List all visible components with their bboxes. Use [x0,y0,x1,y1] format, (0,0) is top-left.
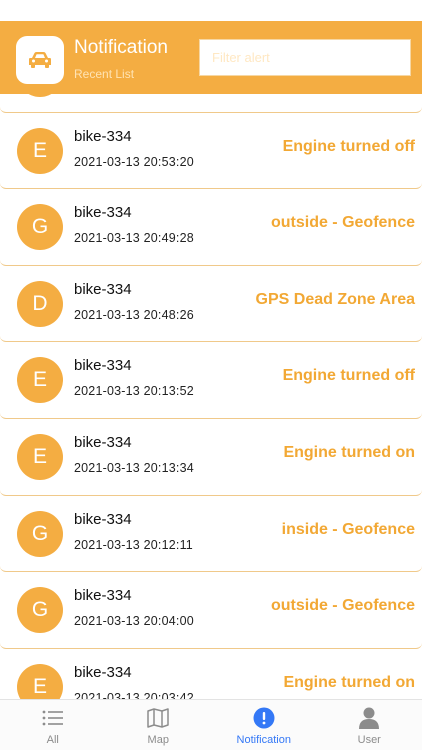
device-name: bike-334 [74,280,132,298]
event-type-avatar: G [17,510,63,557]
tab-bar: All Map Notification User [0,699,422,750]
event-timestamp: 2021-03-13 20:13:34 [74,460,194,475]
device-name: bike-334 [74,357,132,375]
list-icon [42,707,64,729]
tab-all[interactable]: All [0,700,106,750]
event-description: Engine turned off [282,367,415,385]
notification-row[interactable]: Ebike-3342021-03-13 20:56:09Engine turne… [0,94,422,113]
event-timestamp: 2021-03-13 20:49:28 [74,231,194,246]
filter-input[interactable] [199,39,411,76]
event-timestamp: 2021-03-13 20:04:00 [74,614,194,629]
notification-row[interactable]: Ebike-334 2021-03-13 20:13:34 Engine turne… [0,418,422,496]
notification-row[interactable]: Ebike-334 2021-03-13 20:13:52 Engine turne… [0,342,422,419]
device-name: bike-334 [74,127,132,145]
notification-list[interactable]: Ebike-3342021-03-13 20:56:09Engine turne… [0,94,422,699]
event-description: Engine turned off [282,137,415,155]
tab-user[interactable]: User [317,700,422,750]
device-name: bike-334 [74,663,132,681]
tab-label-all: All [46,734,59,746]
notification-row[interactable]: Gbike-334 2021-03-13 20:12:11 inside - Geo… [0,495,422,573]
event-timestamp: 2021-03-13 20:03:42 [74,690,194,699]
page-title: Notification [74,37,168,58]
alert-icon [253,707,275,729]
device-name: bike-334 [74,433,132,451]
event-timestamp: 2021-03-13 20:13:52 [74,384,194,399]
event-type-avatar: E [17,127,63,174]
event-timestamp: 2021-03-13 20:12:11 [74,537,193,552]
notification-row[interactable]: Ebike-334 2021-03-13 20:53:20 Engine turne… [0,112,422,190]
event-type-avatar: D [17,280,63,327]
event-description: Engine turned on [283,673,415,691]
notification-row[interactable]: Gbike-334 2021-03-13 20:49:28 outside - Ge… [0,189,422,266]
event-type-avatar: G [17,587,63,634]
event-description: outside - Geofence [270,597,415,615]
notification-row[interactable]: Ebike-334 2021-03-13 20:03:42 Engine turne… [0,648,422,699]
event-description: outside - Geofence [270,214,415,232]
notification-row[interactable]: Gbike-334 2021-03-13 20:04:00 outside - Ge… [0,572,422,649]
event-type-avatar: E [17,94,63,97]
page-subtitle: Recent List [74,67,135,81]
device-name: bike-334 [74,204,132,222]
tab-notification[interactable]: Notification [211,700,317,750]
tab-label-user: User [357,734,381,746]
tab-map[interactable]: Map [106,700,212,750]
device-name: bike-334 [74,510,132,528]
header-bar: Notification Recent List [0,21,422,94]
event-type-avatar: G [17,204,63,251]
map-icon [147,707,169,729]
app-screen: Notification Recent List Ebike-3342021-0… [0,0,422,750]
event-description: inside - Geofence [281,520,415,538]
tab-label-notification: Notification [236,734,291,746]
user-icon [359,707,380,729]
event-description: Engine turned on [283,443,415,461]
notification-row[interactable]: Dbike-334 2021-03-13 20:48:26 GPS Dead Zon… [0,265,422,343]
event-timestamp: 2021-03-13 20:53:20 [74,154,194,169]
car-icon [16,36,64,84]
event-type-avatar: E [17,357,63,404]
event-type-avatar: E [17,663,63,699]
event-timestamp: 2021-03-13 20:48:26 [74,307,194,322]
event-description: GPS Dead Zone Area [255,290,415,308]
device-name: bike-334 [74,587,132,605]
event-type-avatar: E [17,433,63,480]
tab-label-map: Map [147,734,169,746]
